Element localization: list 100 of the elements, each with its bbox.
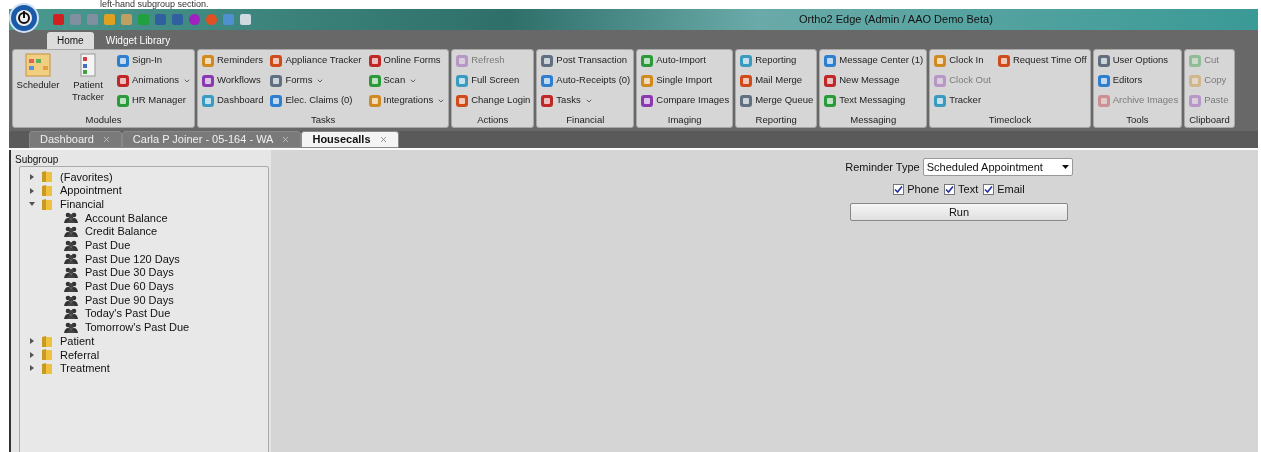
run-button[interactable]: Run bbox=[850, 202, 1068, 221]
ribbon-button[interactable]: Auto-Import bbox=[640, 53, 730, 68]
caption-text: left-hand subgroup section. bbox=[99, 0, 210, 9]
ribbon-button[interactable]: Tracker bbox=[933, 93, 991, 108]
item-icon bbox=[1188, 73, 1203, 88]
item-icon bbox=[269, 93, 284, 108]
ribbon-button[interactable]: User Options bbox=[1096, 53, 1179, 68]
ribbon-button[interactable]: Single Import bbox=[640, 73, 730, 88]
tree-item[interactable]: Referral bbox=[28, 347, 100, 362]
toolbar-icon[interactable] bbox=[53, 14, 64, 25]
toolbar-icon[interactable] bbox=[206, 14, 217, 25]
checkbox[interactable] bbox=[983, 183, 995, 195]
tree-item[interactable]: Today's Past Due bbox=[64, 306, 171, 321]
ribbon-button[interactable]: Message Center (1) bbox=[823, 53, 924, 68]
toolbar-icon[interactable] bbox=[104, 14, 115, 25]
ribbon-button[interactable]: Sign-In bbox=[116, 53, 191, 68]
toolbar-icon[interactable] bbox=[240, 14, 251, 25]
ribbon-button[interactable]: Text Messaging bbox=[823, 93, 924, 108]
collapsed-arrow-icon[interactable] bbox=[28, 173, 36, 180]
large-ribbon-button[interactable]: Scheduler bbox=[16, 53, 60, 114]
collapsed-arrow-icon[interactable] bbox=[28, 351, 36, 358]
ribbon-button[interactable]: Elec. Claims (0) bbox=[269, 93, 362, 108]
ribbon-button[interactable]: Auto-Receipts (0) bbox=[540, 73, 631, 88]
group-label: Messaging bbox=[849, 114, 898, 127]
tree-item[interactable]: Account Balance bbox=[64, 211, 168, 225]
checkbox[interactable] bbox=[944, 183, 956, 195]
toolbar-icon[interactable] bbox=[70, 14, 81, 25]
reminder-type-label: Reminder Type bbox=[845, 159, 920, 175]
item-icon bbox=[116, 93, 130, 108]
folder-icon bbox=[41, 361, 53, 375]
item-icon bbox=[739, 93, 754, 108]
tree-item[interactable]: Past Due 90 Days bbox=[64, 293, 174, 307]
tree-item[interactable]: Past Due bbox=[64, 238, 131, 253]
ribbon-button[interactable]: Workflows bbox=[201, 73, 264, 88]
item-icon bbox=[1188, 93, 1203, 108]
ribbon-button[interactable]: Clock In bbox=[933, 53, 991, 68]
ribbon-button[interactable]: Editors bbox=[1096, 73, 1179, 88]
ribbon-button[interactable]: Reminders bbox=[201, 53, 264, 68]
close-icon[interactable] bbox=[101, 135, 111, 144]
folder-icon bbox=[41, 184, 53, 198]
ribbon-button[interactable]: Scan bbox=[367, 73, 446, 88]
ribbon-button[interactable]: Dashboard bbox=[201, 93, 264, 108]
ribbon-button[interactable]: HR Manager bbox=[116, 93, 191, 108]
tree-item[interactable]: Credit Balance bbox=[64, 224, 158, 239]
tree-item[interactable]: Past Due 30 Days bbox=[64, 265, 174, 280]
tree-item[interactable]: Tomorrow's Past Due bbox=[64, 320, 190, 335]
ribbon-button[interactable]: Merge Queue bbox=[739, 93, 814, 108]
folder-icon bbox=[41, 348, 53, 362]
ribbon-button[interactable]: Reporting bbox=[739, 53, 814, 68]
ribbon-button[interactable]: Compare Images bbox=[640, 93, 730, 108]
toolbar-icon[interactable] bbox=[138, 14, 149, 25]
ribbon-button[interactable]: Forms bbox=[269, 73, 362, 88]
toolbar-icon[interactable] bbox=[189, 14, 200, 25]
power-button[interactable] bbox=[9, 3, 39, 33]
ribbon-button[interactable]: Online Forms bbox=[367, 53, 446, 68]
close-icon[interactable] bbox=[378, 135, 388, 144]
toolbar-icon[interactable] bbox=[121, 14, 132, 25]
tree-item[interactable]: Treatment bbox=[28, 361, 110, 376]
expanded-arrow-icon[interactable] bbox=[28, 201, 36, 208]
document-tab[interactable]: Carla P Joiner - 05-164 - WA bbox=[121, 131, 302, 148]
ribbon-tab[interactable]: Widget Library bbox=[95, 32, 181, 49]
people-icon bbox=[64, 321, 78, 333]
tree-item[interactable]: (Favorites) bbox=[28, 170, 113, 184]
collapsed-arrow-icon[interactable] bbox=[28, 338, 36, 345]
people-icon bbox=[64, 308, 78, 320]
toolbar-icon[interactable] bbox=[223, 14, 234, 25]
item-icon bbox=[269, 73, 284, 88]
toolbar-icon[interactable] bbox=[87, 14, 98, 25]
people-icon bbox=[64, 212, 78, 224]
document-tab[interactable]: Dashboard bbox=[29, 131, 122, 148]
tree-item[interactable]: Appointment bbox=[28, 183, 122, 198]
ribbon-button[interactable]: Mail Merge bbox=[739, 73, 814, 88]
collapsed-arrow-icon[interactable] bbox=[28, 365, 36, 372]
close-icon[interactable] bbox=[281, 135, 291, 144]
subgroup-title: Subgroup bbox=[14, 154, 60, 166]
ribbon-button[interactable]: New Message bbox=[823, 73, 924, 88]
tree-item[interactable]: Financial bbox=[28, 197, 105, 212]
ribbon-button[interactable]: Appliance Tracker bbox=[269, 53, 362, 68]
document-tab[interactable]: Housecalls bbox=[301, 131, 399, 148]
tree-item[interactable]: Past Due 60 Days bbox=[64, 279, 174, 294]
reminder-type-dropdown[interactable]: Scheduled Appointment bbox=[922, 158, 1073, 176]
ribbon-button[interactable]: Tasks bbox=[540, 93, 631, 108]
toolbar-icon[interactable] bbox=[155, 14, 166, 25]
ribbon-button[interactable]: Change Login bbox=[455, 93, 531, 108]
group-label: Tools bbox=[1125, 114, 1150, 127]
group-label: Reporting bbox=[754, 114, 798, 127]
collapsed-arrow-icon[interactable] bbox=[28, 187, 36, 194]
item-icon bbox=[739, 53, 754, 68]
tree-item[interactable]: Past Due 120 Days bbox=[64, 252, 180, 266]
ribbon-button[interactable]: Integrations bbox=[367, 93, 446, 108]
ribbon-tab[interactable]: Home bbox=[47, 32, 94, 49]
large-ribbon-button[interactable]: Patient Tracker bbox=[66, 53, 110, 114]
ribbon-button[interactable]: Request Time Off bbox=[996, 53, 1087, 68]
item-icon bbox=[455, 53, 470, 68]
toolbar-icon[interactable] bbox=[172, 14, 183, 25]
ribbon-button[interactable]: Full Screen bbox=[455, 73, 531, 88]
tree-item[interactable]: Patient bbox=[28, 334, 95, 348]
ribbon-button[interactable]: Animations bbox=[116, 73, 191, 88]
checkbox[interactable] bbox=[893, 183, 905, 195]
ribbon-button[interactable]: Post Transaction bbox=[540, 53, 631, 68]
